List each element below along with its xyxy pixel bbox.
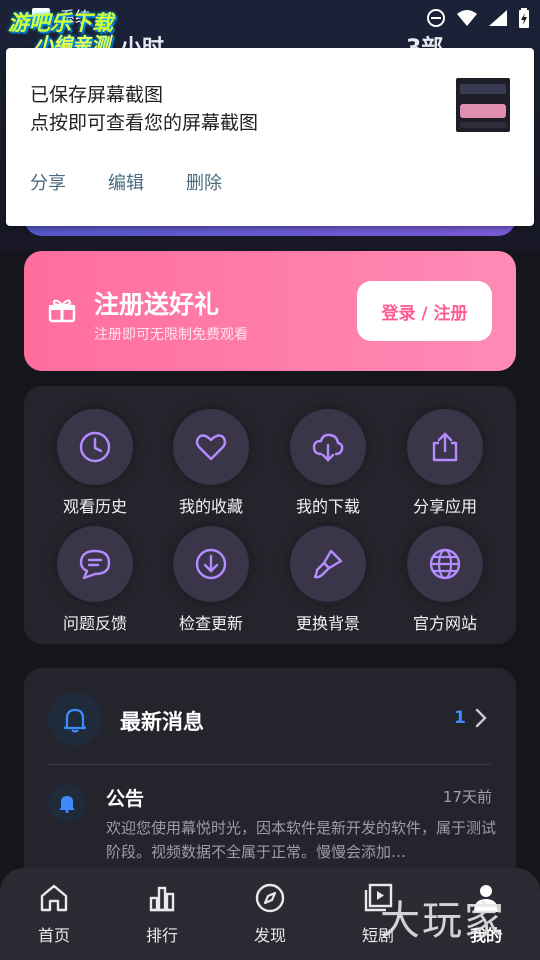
user-icon [474, 885, 498, 912]
heart-icon [195, 434, 227, 461]
menu-item-share-app[interactable]: 分享应用 [395, 409, 495, 519]
feature-menu-card: 观看历史 我的收藏 我的下载 分享应用 问题反馈 检查更新 更换背景 官方网站 [24, 386, 516, 644]
nav-label: 首页 [37, 926, 70, 945]
chevron-right-icon[interactable] [474, 708, 488, 728]
divider [48, 764, 492, 765]
dnd-icon [427, 9, 445, 27]
menu-item-background[interactable]: 更换背景 [278, 526, 378, 636]
bell-icon [63, 708, 87, 733]
notification-body: 点按即可查看您的屏幕截图 [30, 112, 259, 134]
menu-item-favorites[interactable]: 我的收藏 [161, 409, 261, 519]
play-box-icon [364, 883, 393, 912]
chat-icon [79, 549, 111, 580]
nav-discover[interactable]: 发现 [230, 882, 310, 948]
menu-label: 检查更新 [178, 614, 243, 633]
menu-label: 更换背景 [295, 614, 360, 633]
battery-icon [519, 8, 529, 28]
nav-label: 发现 [253, 926, 286, 945]
menu-label: 我的下载 [295, 497, 360, 516]
news-count-badge[interactable]: 1 [454, 708, 466, 728]
notification-actions: 分享 编辑 删除 [30, 169, 264, 195]
signal-icon [489, 10, 507, 26]
bar-chart-icon [149, 886, 175, 912]
nav-short-drama[interactable]: 短剧 [338, 882, 418, 948]
wifi-icon [457, 10, 477, 26]
home-icon [40, 884, 68, 912]
register-subtitle: 注册即可无限制免费观看 [94, 327, 248, 343]
menu-item-downloads[interactable]: 我的下载 [278, 409, 378, 519]
notice-title[interactable]: 公告 [106, 784, 144, 811]
nav-home[interactable]: 首页 [14, 882, 94, 948]
menu-item-check-update[interactable]: 检查更新 [161, 526, 261, 636]
share-button[interactable]: 分享 [30, 169, 66, 195]
register-banner: 注册送好礼 注册即可无限制免费观看 登录 / 注册 [24, 251, 516, 371]
globe-icon [429, 548, 461, 580]
menu-label: 官方网站 [412, 614, 477, 633]
menu-label: 分享应用 [412, 497, 477, 516]
share-icon [432, 432, 458, 462]
menu-item-website[interactable]: 官方网站 [395, 526, 495, 636]
menu-item-history[interactable]: 观看历史 [45, 409, 145, 519]
download-circle-icon [195, 548, 227, 580]
notification-title: 已保存屏幕截图 [30, 84, 164, 106]
nav-label: 排行 [145, 926, 178, 945]
nav-mine[interactable]: 我的 [446, 882, 526, 948]
nav-label: 短剧 [361, 926, 394, 945]
gift-icon [48, 299, 76, 323]
register-title: 注册送好礼 [94, 290, 220, 319]
menu-label: 我的收藏 [178, 497, 243, 516]
bottom-navigation: 首页 排行 发现 短剧 我的 [0, 868, 540, 960]
screenshot-thumbnail[interactable] [456, 78, 510, 132]
login-register-button[interactable]: 登录 / 注册 [357, 281, 492, 341]
news-title: 最新消息 [120, 710, 204, 734]
clock-icon [79, 431, 111, 463]
nav-label: 我的 [469, 926, 502, 945]
nav-ranking[interactable]: 排行 [122, 882, 202, 948]
menu-item-feedback[interactable]: 问题反馈 [45, 526, 145, 636]
notice-body[interactable]: 欢迎您使用幕悦时光，因本软件是新开发的软件，属于测试阶段。视频数据不全属于正常。… [106, 816, 498, 864]
screenshot-notification[interactable]: 已保存屏幕截图 点按即可查看您的屏幕截图 分享 编辑 删除 [6, 48, 534, 226]
compass-icon [255, 883, 285, 913]
notice-timestamp: 17天前 [442, 788, 492, 806]
bell-filled-icon [59, 796, 75, 813]
watermark-line-1: 游吧乐下载 [8, 11, 113, 35]
edit-button[interactable]: 编辑 [108, 169, 144, 195]
menu-label: 观看历史 [62, 497, 127, 516]
delete-button[interactable]: 删除 [186, 169, 222, 195]
menu-label: 问题反馈 [62, 614, 127, 633]
cloud-download-icon [312, 433, 344, 462]
brush-icon [313, 549, 343, 579]
